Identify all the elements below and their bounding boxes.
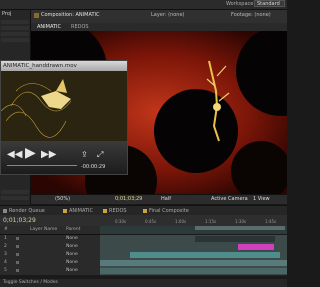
menu-bar: Workspace: Standard (0, 0, 287, 10)
visibility-eye-icon[interactable] (16, 261, 19, 264)
parent-dropdown[interactable]: None (66, 236, 78, 241)
timeline-column-headers: # Layer Name Parent (0, 226, 100, 235)
time-ruler-tick: 1:45s (265, 219, 277, 224)
work-area-bar[interactable] (100, 226, 287, 234)
resolution-dropdown[interactable]: Half (161, 196, 171, 202)
views-dropdown[interactable]: 1 View (253, 196, 270, 202)
viewer-header: Composition: ANIMATIC Layer: (none) Foot… (31, 10, 287, 24)
viewer-timecode[interactable]: 0;01;03;29 (115, 196, 142, 202)
play-icon[interactable]: ▶ (25, 145, 36, 161)
layer-number: 3 (4, 252, 7, 257)
zoom-level[interactable]: (50%) (55, 196, 70, 202)
scrubber-bar[interactable] (7, 165, 77, 166)
fullscreen-icon[interactable]: ⤢ (97, 150, 103, 160)
tab-animatic[interactable]: ANIMATIC (37, 24, 61, 30)
workspace-dropdown[interactable]: Standard (254, 0, 285, 7)
timeline-footer: Toggle Switches / Modes (0, 279, 287, 287)
player-controls: ◀◀ ▶ ▶▶ ⇪ ⤢ -00:00:29 (1, 141, 127, 174)
workspace-label: Workspace: (226, 1, 256, 7)
tab-swatch-icon (3, 209, 7, 213)
tab-swatch-icon (143, 209, 147, 213)
layer-bar[interactable] (195, 236, 275, 242)
time-ruler-tick: 1:30s (235, 219, 247, 224)
parent-dropdown[interactable]: None (66, 260, 78, 265)
table-row[interactable]: 5 None (0, 267, 100, 276)
fast-forward-icon[interactable]: ▶▶ (41, 149, 56, 160)
tab-swatch-icon (63, 209, 67, 213)
export-icon[interactable]: ⇪ (81, 150, 88, 159)
layer-number: 4 (4, 260, 7, 265)
camera-dropdown[interactable]: Active Camera (211, 196, 248, 202)
project-tab[interactable]: Proj (2, 11, 11, 17)
project-row[interactable] (1, 20, 29, 24)
tab-final-composite[interactable]: Final Composite (149, 208, 189, 214)
footage-panel-title[interactable]: Footage: (none) (231, 12, 271, 18)
quicktime-player-window[interactable]: ANIMATIC_handdrawn.mov ◀◀ ▶ ▶▶ ⇪ ⤢ -00:0… (0, 60, 128, 175)
timeline-timecode[interactable]: 0;01;03;29 (3, 217, 36, 224)
visibility-eye-icon[interactable] (16, 245, 19, 248)
layer-panel-title[interactable]: Layer: (none) (151, 12, 185, 18)
player-timecode: -00:00:29 (81, 164, 106, 170)
time-ruler-tick: 1:15s (205, 219, 217, 224)
time-ruler-tick: 0:45s (145, 219, 157, 224)
composition-title[interactable]: Composition: ANIMATIC (41, 12, 100, 18)
column-layer-name: Layer Name (30, 227, 58, 232)
layer-bar[interactable] (130, 252, 280, 258)
parent-dropdown[interactable]: None (66, 244, 78, 249)
tab-render-queue[interactable]: Render Queue (9, 208, 45, 214)
project-row[interactable] (1, 38, 29, 42)
layer-bar[interactable] (100, 268, 287, 274)
time-ruler-tick: 1:00s (175, 219, 187, 224)
dark-blob (154, 89, 238, 173)
tab-animatic-timeline[interactable]: ANIMATIC (69, 208, 93, 214)
column-number: # (4, 227, 8, 232)
viewer-toolbar: (50%) 0;01;03;29 Half Active Camera 1 Vi… (31, 194, 287, 204)
video-frame-art (1, 71, 127, 141)
tab-swatch-icon (103, 209, 107, 213)
time-ruler-tick: 0:30s (115, 219, 127, 224)
rewind-icon[interactable]: ◀◀ (7, 149, 22, 160)
project-row[interactable] (1, 26, 29, 30)
layer-number: 5 (4, 268, 7, 273)
visibility-eye-icon[interactable] (16, 269, 19, 272)
layer-number: 2 (4, 244, 7, 249)
visibility-eye-icon[interactable] (16, 237, 19, 240)
composition-icon (34, 13, 39, 18)
timeline-header: 0;01;03;29 0:30s 0:45s 1:00s 1:15s 1:30s… (0, 215, 287, 226)
column-parent: Parent (66, 227, 81, 232)
layer-bar[interactable] (238, 244, 274, 250)
parent-dropdown[interactable]: None (66, 268, 78, 273)
visibility-eye-icon[interactable] (16, 253, 19, 256)
project-row[interactable] (1, 32, 29, 36)
tab-redos-timeline[interactable]: REDOS (109, 208, 127, 214)
tab-redos[interactable]: REDOS (71, 24, 89, 30)
layer-track[interactable] (100, 267, 287, 276)
layer-number: 1 (4, 236, 7, 241)
parent-dropdown[interactable]: None (66, 252, 78, 257)
layer-bar[interactable] (100, 260, 287, 266)
project-row[interactable] (1, 196, 29, 200)
work-area-range[interactable] (195, 226, 285, 230)
player-titlebar[interactable]: ANIMATIC_handdrawn.mov (1, 61, 127, 71)
toggle-switches-modes[interactable]: Toggle Switches / Modes (3, 280, 58, 285)
project-row[interactable] (1, 190, 29, 194)
video-frame (1, 71, 127, 141)
viewer-tabs: ANIMATIC REDOS (31, 23, 287, 31)
